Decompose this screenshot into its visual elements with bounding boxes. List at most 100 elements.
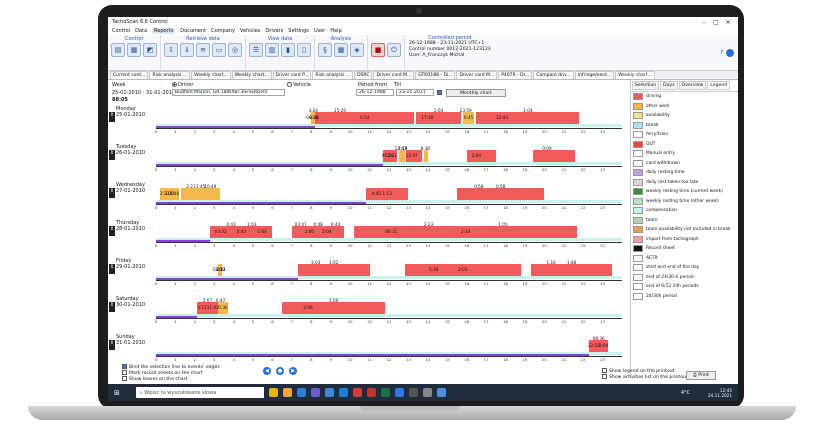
record-sheet-icon[interactable]: ◎	[228, 43, 242, 57]
tachoscan-icon[interactable]	[366, 388, 376, 397]
driving-segment[interactable]	[532, 150, 576, 162]
menu-item[interactable]: Settings	[288, 28, 309, 34]
current-week-icon[interactable]: ●	[276, 367, 284, 375]
download-card-icon[interactable]: ⇩	[164, 43, 178, 57]
stop-icon[interactable]: ■	[371, 43, 385, 57]
bar-chart-icon[interactable]: ▮	[281, 43, 295, 57]
day-marker-icon[interactable]: ⇕	[109, 340, 115, 350]
document-tab[interactable]: P407R - Dr...	[498, 71, 533, 79]
driving-segment[interactable]	[476, 112, 580, 124]
dsrc-icon[interactable]: ≋	[196, 43, 210, 57]
menu-item[interactable]: Control	[112, 28, 130, 34]
driving-segment[interactable]	[282, 302, 386, 314]
menu-item[interactable]: User	[314, 28, 325, 34]
start-icon[interactable]: ⊞	[114, 389, 120, 397]
day-timeline[interactable]: 0 1 2 3 4 5 6 7 8 9 10 11 12 13 14 15 16 17 18 19 20 21 22 23 03…	[155, 222, 622, 248]
day-marker-icon[interactable]: ⇕	[109, 112, 115, 122]
document-tab[interactable]: DSRC	[354, 71, 373, 79]
legend-tab[interactable]: Legend	[707, 81, 731, 90]
legend-tab[interactable]: Days	[660, 81, 678, 90]
settings-icon[interactable]	[726, 48, 734, 57]
word-icon[interactable]	[394, 388, 404, 397]
driver-select[interactable]: Budfeld Marion, GR 18WXBT3SFSQ6ER0	[172, 89, 285, 96]
day-marker-icon[interactable]: ⇕	[109, 264, 115, 274]
document-tab[interactable]: Weekly chart...	[191, 71, 231, 79]
driving-segment[interactable]	[297, 264, 370, 276]
day-timeline[interactable]: 0 1 2 3 4 5 6 7 8 9 10 11 12 13 14 15 16 17 18 19 20 21 22 23 06…	[155, 146, 622, 172]
edge-icon[interactable]	[338, 388, 348, 397]
teams-icon[interactable]	[310, 388, 320, 397]
document-tab[interactable]: Risk analysis ...	[149, 71, 191, 79]
document-tab[interactable]: Risk analysis ...	[312, 71, 354, 79]
menu-item[interactable]: Reports	[152, 28, 176, 34]
other-work-segment[interactable]	[423, 150, 428, 162]
taskbar-search[interactable]: ⌕ Wpisz tu wyszukiwane słowa	[135, 387, 264, 398]
other-work-segment[interactable]	[181, 188, 221, 200]
menu-item[interactable]: Data	[135, 28, 147, 34]
other-work-segment[interactable]	[398, 150, 405, 162]
day-marker-icon[interactable]: ⇕	[109, 150, 115, 160]
document-tab[interactable]: Driver card M...	[456, 71, 498, 79]
period-from-input[interactable]: 26-12-1988	[356, 89, 394, 96]
document-tab[interactable]: Driver card P...	[272, 71, 312, 79]
driving-segment[interactable]	[291, 226, 345, 238]
close-icon[interactable]: ×	[722, 19, 734, 26]
app2-icon[interactable]	[408, 388, 418, 397]
calendar-icon[interactable]: ▦	[334, 43, 348, 57]
day-timeline[interactable]: 0 1 2 3 4 5 6 7 8 9 10 11 12 13 14 15 16 17 18 19 20 21 22 23 06…	[155, 108, 622, 134]
monthly-chart-button[interactable]: Monthly chart	[446, 89, 506, 97]
document-tab[interactable]: Driver card M...	[373, 71, 415, 79]
legend-tab[interactable]: Selection	[632, 81, 660, 90]
chrome-icon[interactable]	[268, 388, 278, 397]
maximize-icon[interactable]: □	[710, 19, 722, 26]
driver-radio[interactable]: Driver	[172, 82, 193, 88]
prev-week-icon[interactable]: ◀	[263, 367, 271, 375]
day-timeline[interactable]: 0 1 2 3 4 5 6 7 8 9 10 11 12 13 14 15 16 17 18 19 20 21 22 23 3:…	[155, 298, 622, 324]
day-marker-icon[interactable]: ⇕	[109, 226, 115, 236]
power-icon[interactable]: ⏻	[387, 43, 401, 57]
day-timeline[interactable]: 0 1 2 3 4 5 6 7 8 9 10 11 12 13 14 15 16 17 18 19 20 21 22 23 03…	[155, 260, 622, 286]
driving-segment[interactable]	[530, 264, 613, 276]
period-till-input[interactable]: 23-11-2021	[396, 89, 434, 96]
day-marker-icon[interactable]: ⇕	[109, 188, 115, 198]
file-open-icon[interactable]: ▭	[212, 43, 226, 57]
day-timeline[interactable]: 0 1 2 3 4 5 6 7 8 9 10 11 12 13 14 15 16 17 18 19 20 21 22 23 2:…	[155, 184, 622, 210]
day-timeline[interactable]: 0 1 2 3 4 5 6 7 8 9 10 11 12 13 14 15 16 17 18 19 20 21 22 23 22…	[155, 336, 622, 362]
document-tab[interactable]: Infringement...	[574, 71, 615, 79]
show-leaves-option[interactable]: Show leaves on the chart	[122, 376, 187, 382]
mail-icon[interactable]	[296, 388, 306, 397]
menu-item[interactable]: Document	[180, 28, 206, 34]
show-activities-print-option[interactable]: Show activities list on the printout	[602, 374, 688, 380]
file-explorer-icon[interactable]	[282, 388, 292, 397]
minimize-icon[interactable]: –	[698, 19, 710, 26]
excel-icon[interactable]	[380, 388, 390, 397]
control-icon[interactable]: ◩	[143, 43, 157, 57]
menu-item[interactable]: Drivers	[265, 28, 283, 34]
legend-tab[interactable]: Overview	[678, 81, 707, 90]
day-marker-icon[interactable]: ⇕	[109, 302, 115, 312]
document-tab[interactable]: Weekly chart...	[615, 71, 655, 79]
card-read-icon[interactable]: ▤	[111, 43, 125, 57]
driving-segment[interactable]	[456, 188, 545, 200]
chart-view-icon[interactable]: ▥	[265, 43, 279, 57]
menu-item[interactable]: Company	[211, 28, 235, 34]
menu-item[interactable]: Help	[330, 28, 341, 34]
download-vu-icon[interactable]: ⇓	[180, 43, 194, 57]
infringement-icon[interactable]: §	[318, 43, 332, 57]
pdf-icon[interactable]	[352, 388, 362, 397]
list-view-icon[interactable]: ☰	[249, 43, 263, 57]
vehicle-radio[interactable]: Vehicle	[287, 82, 311, 88]
app-icon[interactable]	[324, 388, 334, 397]
document-tab[interactable]: GTKR188 - Di...	[415, 71, 456, 79]
analysis-icon[interactable]: ◈	[350, 43, 364, 57]
app4-icon[interactable]	[436, 388, 446, 397]
app3-icon[interactable]	[422, 388, 432, 397]
menu-item[interactable]: Vehicles	[240, 28, 261, 34]
next-week-icon[interactable]: ▶	[289, 367, 297, 375]
print-button[interactable]: ⎙ Print	[686, 371, 716, 380]
period-checkbox[interactable]	[437, 90, 442, 95]
document-tab[interactable]: Weekly chart...	[231, 71, 272, 79]
document-tab[interactable]: Compare driv...	[533, 71, 574, 79]
help-icon[interactable]: ?	[720, 50, 723, 56]
document-tab[interactable]: Current cont...	[110, 71, 149, 79]
